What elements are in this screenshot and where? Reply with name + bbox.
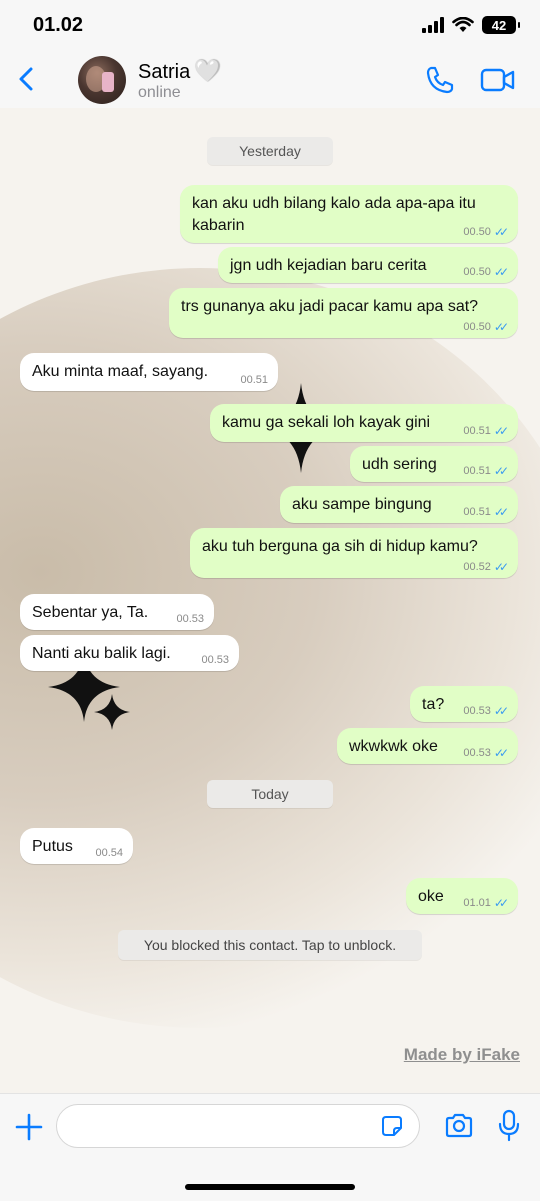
message-text: trs gunanya aku jadi pacar kamu apa sat?	[181, 298, 479, 315]
message-bubble[interactable]: trs gunanya aku jadi pacar kamu apa sat?…	[169, 288, 518, 338]
message-text: udh sering	[362, 456, 437, 473]
message-bubble[interactable]: jgn udh kejadian baru cerita 00.50 ✓✓	[218, 247, 518, 283]
date-separator: Yesterday	[207, 137, 333, 165]
phone-icon[interactable]	[424, 64, 456, 96]
message-bubble[interactable]: aku tuh berguna ga sih di hidup kamu? 00…	[190, 528, 518, 578]
date-separator: Today	[207, 780, 333, 808]
message-meta: 00.53	[201, 654, 229, 666]
message-time: 00.51	[463, 465, 491, 477]
read-ticks-icon: ✓✓	[493, 746, 509, 760]
message-meta: 00.51	[240, 374, 268, 386]
message-text: jgn udh kejadian baru cerita	[230, 257, 427, 274]
read-ticks-icon: ✓✓	[493, 464, 509, 478]
wifi-icon	[452, 17, 474, 32]
message-time: 00.50	[463, 266, 491, 278]
message-text: kamu ga sekali loh kayak gini	[222, 414, 431, 431]
blocked-contact-notice[interactable]: You blocked this contact. Tap to unblock…	[118, 930, 422, 960]
input-bar	[0, 1093, 540, 1201]
chat-area[interactable]: Yesterday kan aku udh bilang kalo ada ap…	[0, 108, 540, 1093]
message-bubble[interactable]: Putus 00.54	[20, 828, 133, 864]
message-text: Nanti aku balik lagi.	[32, 645, 171, 662]
read-ticks-icon: ✓✓	[493, 265, 509, 279]
message-text: oke	[418, 888, 444, 905]
message-bubble[interactable]: Nanti aku balik lagi. 00.53	[20, 635, 239, 671]
message-time: 00.50	[463, 321, 491, 333]
message-input[interactable]	[56, 1104, 420, 1148]
read-ticks-icon: ✓✓	[493, 424, 509, 438]
message-meta: 00.53 ✓✓	[463, 746, 509, 760]
message-meta: 00.52 ✓✓	[463, 560, 509, 574]
sparkle-icon	[94, 694, 130, 730]
message-bubble[interactable]: kan aku udh bilang kalo ada apa-apa itu …	[180, 185, 518, 243]
message-bubble[interactable]: udh sering 00.51 ✓✓	[350, 446, 518, 482]
message-time: 00.54	[95, 847, 123, 859]
message-meta: 00.54	[95, 847, 123, 859]
message-meta: 00.51 ✓✓	[463, 464, 509, 478]
status-time: 01.02	[33, 14, 84, 36]
message-time: 00.53	[176, 613, 204, 625]
status-bar: 01.02 42	[0, 0, 540, 52]
message-text: kan aku udh bilang kalo ada apa-apa itu …	[192, 195, 476, 234]
read-ticks-icon: ✓✓	[493, 896, 509, 910]
message-time: 00.51	[463, 425, 491, 437]
read-ticks-icon: ✓✓	[493, 225, 509, 239]
message-time: 00.51	[240, 374, 268, 386]
message-time: 00.53	[463, 747, 491, 759]
message-bubble[interactable]: wkwkwk oke 00.53 ✓✓	[337, 728, 518, 764]
chat-header: Satria 🤍 online	[0, 52, 540, 108]
sticker-icon[interactable]	[381, 1115, 403, 1137]
message-bubble[interactable]: kamu ga sekali loh kayak gini 00.51 ✓✓	[210, 404, 518, 442]
message-meta: 00.53	[176, 613, 204, 625]
read-ticks-icon: ✓✓	[493, 560, 509, 574]
message-time: 00.50	[463, 226, 491, 238]
contact-name[interactable]: Satria 🤍	[138, 58, 222, 84]
message-bubble[interactable]: Aku minta maaf, sayang. 00.51	[20, 353, 278, 391]
message-time: 00.53	[201, 654, 229, 666]
avatar[interactable]	[78, 56, 126, 104]
message-meta: 00.50 ✓✓	[463, 320, 509, 334]
status-icons: 42	[422, 16, 520, 34]
battery-icon: 42	[482, 16, 520, 34]
message-time: 00.53	[463, 705, 491, 717]
contact-name-text: Satria	[138, 61, 191, 83]
message-text: ta?	[422, 696, 445, 713]
message-text: Aku minta maaf, sayang.	[32, 363, 209, 380]
message-text: wkwkwk oke	[349, 738, 438, 755]
battery-level: 42	[491, 17, 507, 33]
read-ticks-icon: ✓✓	[493, 704, 509, 718]
heart-emoji: 🤍	[194, 58, 222, 83]
contact-status: online	[138, 84, 181, 101]
microphone-icon[interactable]	[498, 1109, 520, 1143]
message-bubble[interactable]: Sebentar ya, Ta. 00.53	[20, 594, 214, 630]
camera-icon[interactable]	[444, 1112, 474, 1140]
message-meta: 00.50 ✓✓	[463, 225, 509, 239]
message-meta: 00.50 ✓✓	[463, 265, 509, 279]
message-time: 00.52	[463, 561, 491, 573]
home-indicator	[185, 1184, 355, 1190]
message-text: aku sampe bingung	[292, 496, 432, 513]
message-bubble[interactable]: aku sampe bingung 00.51 ✓✓	[280, 486, 518, 523]
message-meta: 00.53 ✓✓	[463, 704, 509, 718]
message-text: Putus	[32, 838, 73, 855]
message-text: Sebentar ya, Ta.	[32, 604, 149, 621]
message-meta: 01.01 ✓✓	[463, 896, 509, 910]
signal-icon	[422, 17, 444, 33]
message-time: 00.51	[463, 506, 491, 518]
message-meta: 00.51 ✓✓	[463, 424, 509, 438]
message-bubble[interactable]: oke 01.01 ✓✓	[406, 878, 518, 914]
video-camera-icon[interactable]	[480, 66, 516, 94]
plus-icon[interactable]	[14, 1112, 44, 1142]
message-meta: 00.51 ✓✓	[463, 505, 509, 519]
watermark: Made by iFake	[403, 1045, 520, 1064]
message-time: 01.01	[463, 897, 491, 909]
back-chevron-icon[interactable]	[12, 64, 42, 94]
read-ticks-icon: ✓✓	[493, 505, 509, 519]
message-text: aku tuh berguna ga sih di hidup kamu?	[202, 538, 478, 555]
message-bubble[interactable]: ta? 00.53 ✓✓	[410, 686, 518, 722]
read-ticks-icon: ✓✓	[493, 320, 509, 334]
